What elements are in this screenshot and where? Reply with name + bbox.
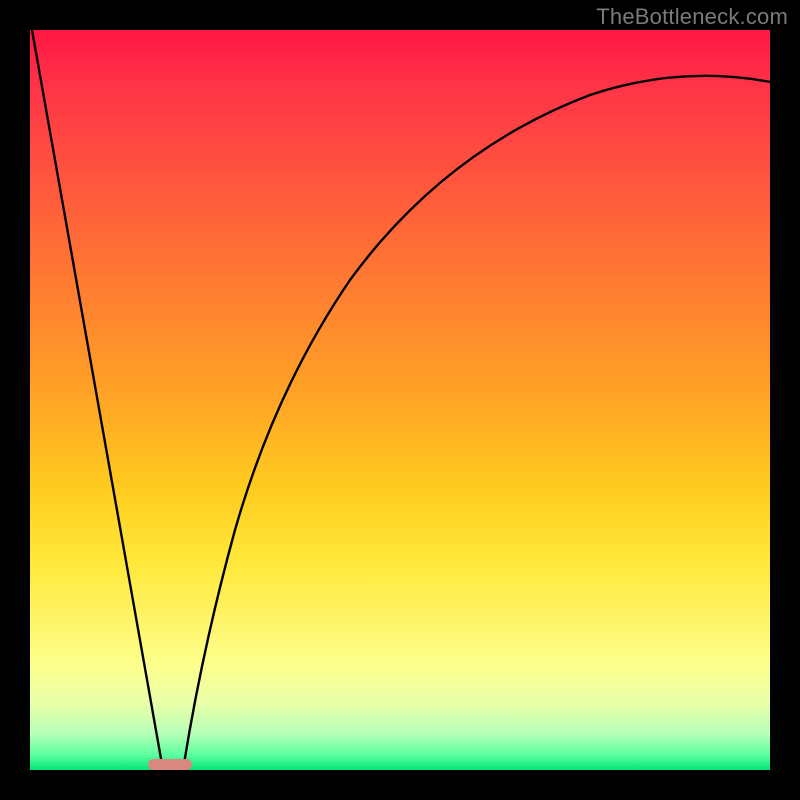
chart-frame: TheBottleneck.com xyxy=(0,0,800,800)
bottleneck-marker xyxy=(148,759,192,770)
right-branch-curve xyxy=(183,76,770,770)
left-branch-curve xyxy=(32,30,163,770)
watermark-text: TheBottleneck.com xyxy=(596,4,788,30)
curve-layer xyxy=(30,30,770,770)
plot-area xyxy=(30,30,770,770)
